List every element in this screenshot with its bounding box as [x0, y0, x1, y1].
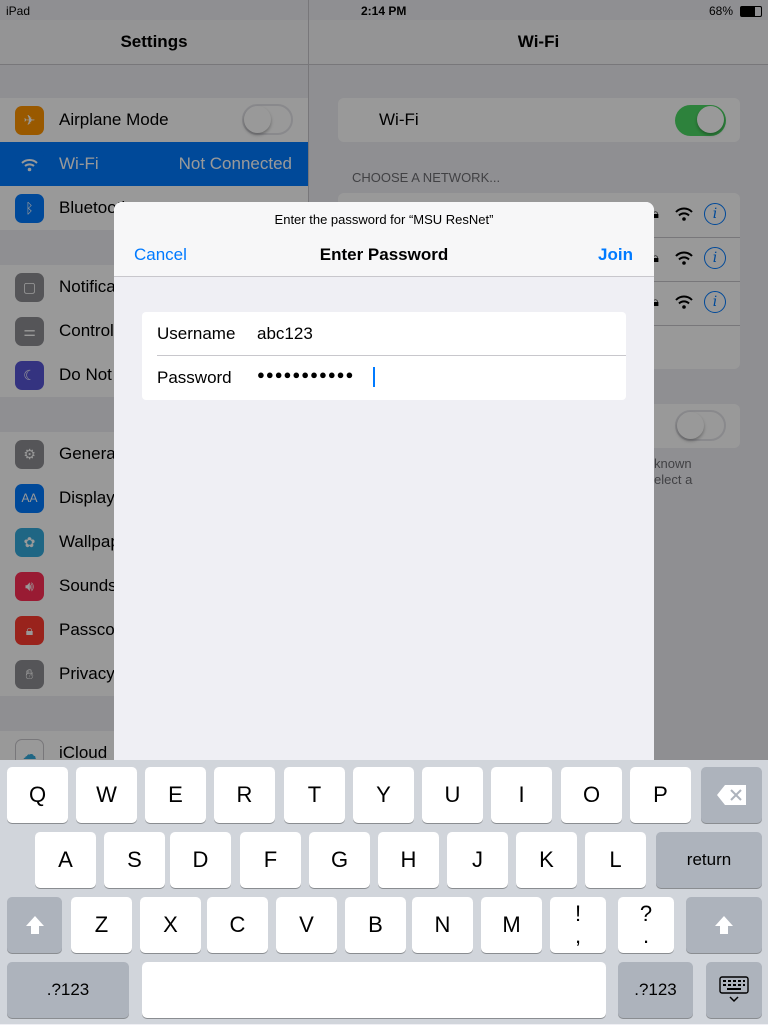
backspace-key[interactable]: [701, 767, 762, 823]
key-r[interactable]: R: [214, 767, 275, 823]
key-i[interactable]: I: [491, 767, 552, 823]
dialog-header: Enter the password for “MSU ResNet” Ente…: [114, 202, 654, 277]
key-s[interactable]: S: [104, 832, 165, 888]
backspace-icon: [716, 785, 746, 805]
password-field[interactable]: ●●●●●●●●●●●: [257, 367, 354, 382]
key-z[interactable]: Z: [71, 897, 132, 953]
password-label: Password: [157, 368, 232, 387]
key-w[interactable]: W: [76, 767, 137, 823]
key-e[interactable]: E: [145, 767, 206, 823]
key-c[interactable]: C: [207, 897, 268, 953]
username-label: Username: [157, 324, 236, 343]
key-t[interactable]: T: [284, 767, 345, 823]
key-v[interactable]: V: [276, 897, 337, 953]
key-b[interactable]: B: [345, 897, 406, 953]
key-n[interactable]: N: [412, 897, 473, 953]
key-x[interactable]: X: [140, 897, 201, 953]
key-q[interactable]: Q: [7, 767, 68, 823]
keyboard: Q W E R T Y U I O P A S D F G H J K L re…: [0, 760, 768, 1024]
credentials-form: Username Password ●●●●●●●●●●●: [142, 312, 626, 400]
key-a[interactable]: A: [35, 832, 96, 888]
dialog-prompt: Enter the password for “MSU ResNet”: [274, 212, 494, 227]
keyboard-hide-icon: [719, 976, 749, 1003]
shift-key-right[interactable]: [686, 897, 762, 953]
key-u[interactable]: U: [422, 767, 483, 823]
key-p[interactable]: P: [630, 767, 691, 823]
cancel-button[interactable]: Cancel: [134, 245, 187, 265]
key-o[interactable]: O: [561, 767, 622, 823]
key-h[interactable]: H: [378, 832, 439, 888]
key-l[interactable]: L: [585, 832, 646, 888]
key-g[interactable]: G: [309, 832, 370, 888]
key-question-period[interactable]: ? .: [618, 897, 674, 953]
key-exclamation-comma[interactable]: ! ,: [550, 897, 606, 953]
text-cursor: [373, 367, 375, 387]
key-k[interactable]: K: [516, 832, 577, 888]
shift-icon: [715, 916, 733, 934]
key-f[interactable]: F: [240, 832, 301, 888]
key-m[interactable]: M: [481, 897, 542, 953]
key-y[interactable]: Y: [353, 767, 414, 823]
numbers-key-left[interactable]: .?123: [7, 962, 129, 1018]
dialog-title: Enter Password: [319, 245, 449, 264]
key-j[interactable]: J: [447, 832, 508, 888]
space-bar[interactable]: [142, 962, 606, 1018]
username-field[interactable]: [257, 320, 617, 348]
password-dialog: Enter the password for “MSU ResNet” Ente…: [114, 202, 654, 772]
return-key[interactable]: return: [656, 832, 762, 888]
hide-keyboard-key[interactable]: [706, 962, 762, 1018]
key-d[interactable]: D: [170, 832, 231, 888]
shift-icon: [25, 916, 44, 934]
numbers-key-right[interactable]: .?123: [618, 962, 693, 1018]
shift-key-left[interactable]: [7, 897, 62, 953]
join-button[interactable]: Join: [598, 245, 633, 265]
